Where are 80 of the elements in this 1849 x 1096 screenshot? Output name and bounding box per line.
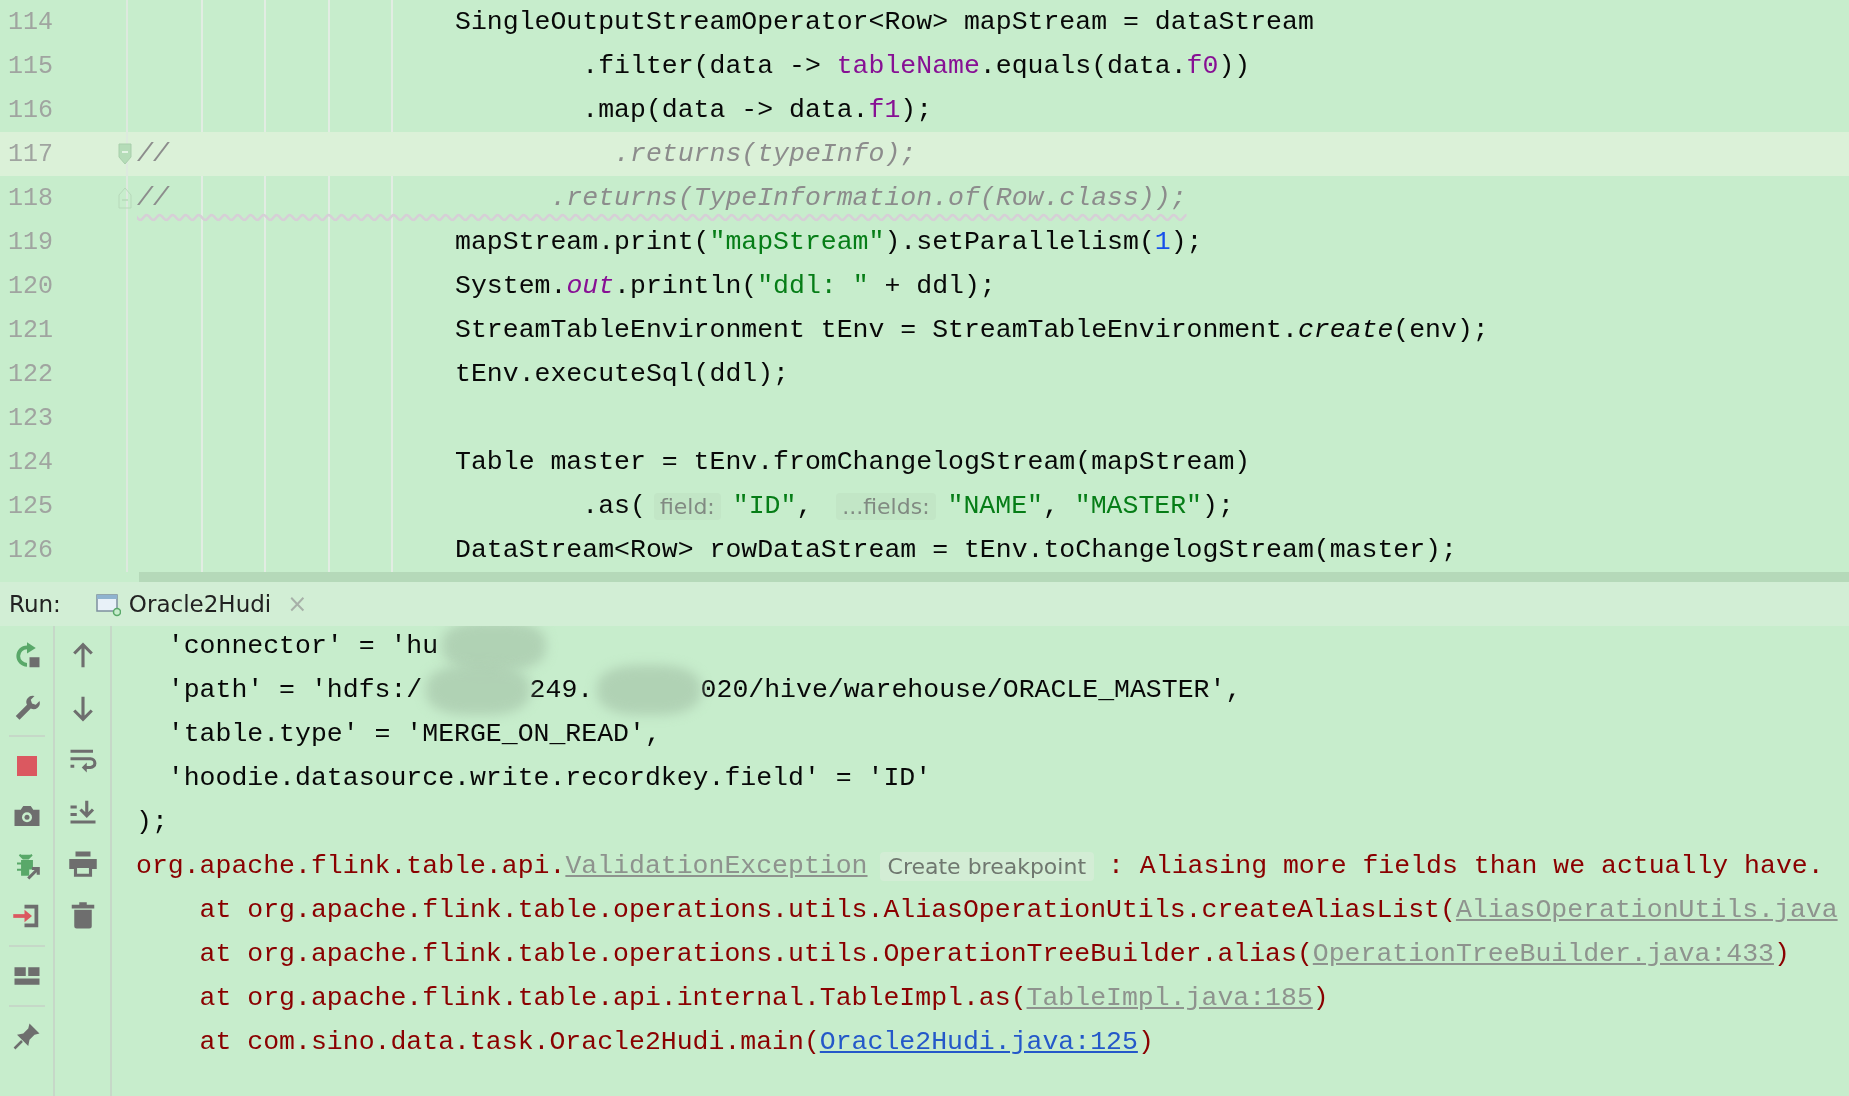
code-text: SingleOutputStreamOperator<Row> mapStream = dataStream: [454, 7, 1314, 37]
code-text: .equals(data.: [979, 51, 1187, 81]
code-text: )): [1218, 51, 1251, 81]
console-text: 'path' = 'hdfs:/: [166, 675, 423, 705]
close-tab-button[interactable]: ×: [287, 590, 308, 618]
line-number: 123: [8, 403, 53, 433]
line-number: 117: [8, 139, 53, 169]
line-number: 115: [8, 51, 53, 81]
error-text: ): [1312, 983, 1329, 1013]
error-text: at com.sino.data.task.Oracle2Hudi.main(: [198, 1027, 820, 1057]
console-window-icon: [94, 591, 121, 617]
code-text: mapStream.print(: [454, 227, 710, 257]
line-number: 126: [8, 535, 53, 565]
source-link[interactable]: Oracle2Hudi.java:125: [819, 1027, 1138, 1057]
line-number: 114: [8, 7, 53, 37]
console-text: 020/hive/warehouse/ORACLE_MASTER',: [700, 675, 1242, 705]
console-text: 249.: [529, 675, 594, 705]
code-text: .map(data -> data.: [581, 95, 869, 125]
error-text: ): [1137, 1027, 1154, 1057]
error-text: ): [1774, 939, 1790, 969]
parameter-hint: ...fields:: [836, 492, 936, 520]
field-name: tableName: [836, 51, 980, 81]
string-literal: "ID": [732, 491, 797, 521]
error-text: at org.apache.flink.table.operations.utils.AliasOperationUtils.createAliasList(: [198, 895, 1456, 925]
error-text: at org.apache.flink.table.operations.utils.OperationTreeBuilder.alias(: [198, 939, 1313, 969]
line-number: 116: [8, 95, 53, 125]
string-literal: "ddl: ": [757, 271, 869, 301]
pin-icon[interactable]: [11, 1021, 42, 1051]
stack-trace-link[interactable]: ValidationException: [565, 851, 868, 881]
error-text: : Aliasing more fields than we actually have.: [1108, 851, 1824, 881]
print-icon[interactable]: [67, 849, 98, 879]
console-text: 'hoodie.datasource.write.recordkey.field' = 'ID': [166, 763, 932, 793]
line-number: 125: [8, 491, 53, 521]
code-text: + ddl);: [883, 271, 996, 301]
error-text: org.apache.flink.table.api.: [136, 851, 566, 881]
string-literal: "NAME": [947, 491, 1043, 521]
line-number: 119: [8, 227, 53, 257]
fold-marker-icon[interactable]: [118, 143, 132, 165]
field-name: f1: [868, 95, 901, 125]
parameter-hint: field:: [653, 492, 721, 520]
code-comment: // .returns(typeInfo);: [137, 139, 917, 169]
code-comment: // .returns(TypeInformation.of(Row.class));: [137, 183, 1187, 213]
scrollbar[interactable]: [139, 572, 1849, 582]
code-text: );: [1202, 491, 1234, 521]
console-text: 'connector' = 'hu: [166, 631, 439, 661]
code-text: (env);: [1393, 315, 1489, 345]
field-name: f0: [1186, 51, 1219, 81]
code-text: DataStream<Row> rowDataStream = tEnv.toChangelogStream(master);: [454, 535, 1457, 565]
error-text: at org.apache.flink.table.api.internal.TableImpl.as(: [198, 983, 1027, 1013]
code-text: Table master = tEnv.fromChangelogStream(mapStream): [454, 447, 1251, 477]
stack-trace-link[interactable]: AliasOperationUtils.java: [1455, 895, 1838, 925]
line-number: 124: [8, 447, 53, 477]
static-field: out: [566, 271, 615, 301]
code-text: ,: [1042, 491, 1060, 521]
line-number: 120: [8, 271, 53, 301]
line-number: 122: [8, 359, 53, 389]
run-label: Run:: [9, 591, 61, 617]
string-literal: "mapStream": [709, 227, 885, 257]
string-literal: "MASTER": [1074, 491, 1202, 521]
code-text: System.: [454, 271, 567, 301]
fold-marker-icon[interactable]: [118, 187, 132, 209]
stack-trace-link[interactable]: TableImpl.java:185: [1026, 983, 1313, 1013]
line-number: 121: [8, 315, 53, 345]
code-text: StreamTableEnvironment tEnv = StreamTableEnvironment.: [454, 315, 1298, 345]
code-text: );: [1170, 227, 1203, 257]
code-text: ).setParallelism(: [884, 227, 1155, 257]
method-name: create: [1297, 315, 1394, 345]
create-breakpoint-hint[interactable]: Create breakpoint: [879, 851, 1094, 881]
console-text: 'table.type' = 'MERGE_ON_READ',: [166, 719, 661, 749]
console-text: );: [136, 807, 168, 837]
code-text: );: [900, 95, 933, 125]
code-text: .as(: [581, 491, 646, 521]
code-text: .println(: [614, 271, 758, 301]
stack-trace-link[interactable]: OperationTreeBuilder.java:433: [1312, 939, 1774, 969]
line-number: 118: [8, 183, 53, 213]
run-tab[interactable]: Oracle2Hudi: [128, 591, 272, 617]
code-text: tEnv.executeSql(ddl);: [454, 359, 789, 389]
code-text: .filter(data ->: [581, 51, 822, 81]
number-literal: 1: [1154, 227, 1171, 257]
code-text: ,: [796, 491, 814, 521]
